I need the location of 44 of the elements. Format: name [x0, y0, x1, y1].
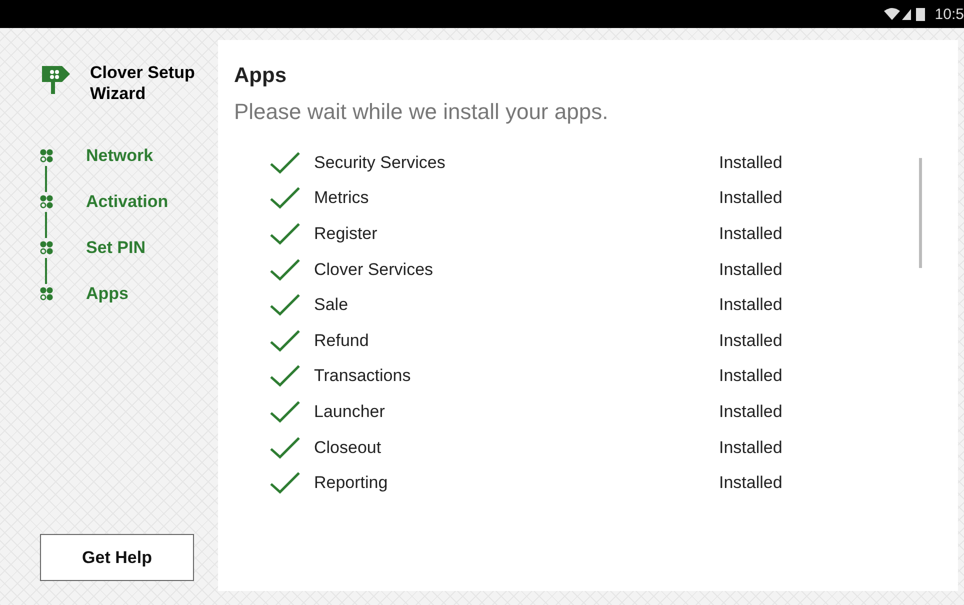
wizard-title: Clover Setup Wizard [90, 62, 196, 104]
check-icon [269, 222, 301, 246]
get-help-button[interactable]: Get Help [40, 534, 194, 581]
step-label[interactable]: Activation [86, 192, 168, 212]
step-label[interactable]: Network [86, 146, 154, 166]
install-status: Installed [719, 330, 784, 351]
app-name: Metrics [314, 188, 370, 208]
install-status: Installed [719, 366, 784, 386]
step-label[interactable]: Set PIN [86, 238, 146, 258]
app-name: Security Services [314, 152, 446, 173]
app-name: Refund [314, 330, 370, 351]
clover-icon [40, 240, 53, 256]
app-name: Transactions [314, 366, 412, 386]
app-name: Register [314, 224, 378, 244]
check-icon [269, 364, 301, 388]
install-status: Installed [719, 152, 784, 173]
app-name: Closeout [314, 438, 382, 458]
app-name: Clover Services [314, 260, 434, 280]
install-status: Installed [719, 402, 784, 422]
page-subtitle: Please wait while we install your apps. [234, 99, 610, 125]
install-status: Installed [719, 473, 784, 494]
clock-time: 10:5 [934, 6, 964, 22]
scrollbar[interactable] [919, 158, 922, 268]
clover-icon [40, 148, 53, 164]
check-icon [269, 471, 301, 496]
clover-icon [40, 286, 53, 302]
step-label[interactable]: Apps [86, 284, 128, 304]
check-icon [269, 186, 301, 210]
install-status: Installed [719, 188, 784, 208]
clover-icon [40, 194, 53, 210]
check-icon [269, 436, 301, 460]
app-name: Reporting [314, 473, 389, 494]
check-icon [269, 293, 301, 318]
install-status: Installed [719, 260, 784, 280]
check-icon [269, 400, 301, 424]
page-title: Apps [234, 64, 288, 88]
app-name: Sale [314, 295, 350, 316]
install-status: Installed [719, 438, 784, 458]
install-status: Installed [719, 295, 784, 316]
app-name: Launcher [314, 402, 386, 422]
check-icon [269, 258, 301, 282]
install-status: Installed [719, 224, 784, 244]
check-icon [269, 328, 301, 353]
check-icon [269, 150, 301, 175]
